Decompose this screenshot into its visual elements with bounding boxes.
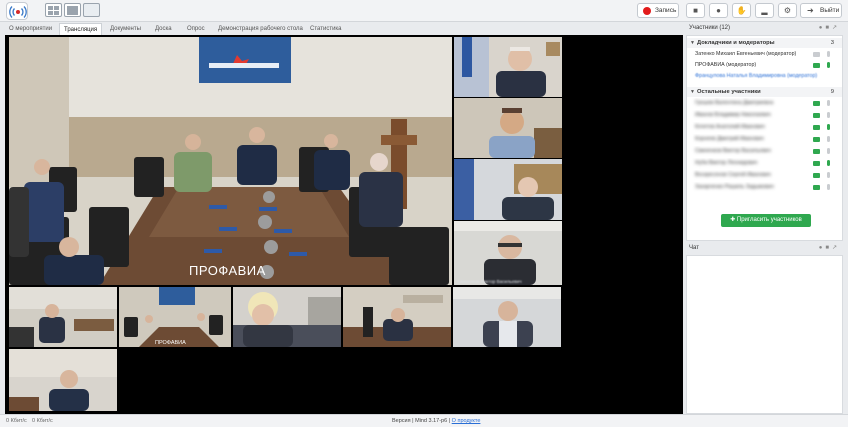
video-tile-caption: Свиненков Виктор Васильевич [457,279,522,284]
about-product-link[interactable]: О продукте [452,418,481,424]
top-toolbar: Запись ■ ● ✋ ▂ ⚙ ➜ Выйти [0,0,848,22]
mic-off-icon [827,100,830,106]
participant-row[interactable]: Грошев Валентина Дмитриевна [687,98,842,109]
collapse-triangle-icon: ▼ [690,40,695,46]
video-tile-participant-7[interactable] [233,287,341,347]
video-tile-participant-10[interactable] [9,349,117,411]
camera-on-icon [813,173,820,178]
exit-icon: ➜ [807,6,814,15]
participant-row[interactable]: Корнеев Дмитрий Иванович [687,134,842,145]
mic-off-icon [827,112,830,118]
camera-on-icon [813,185,820,190]
tab-poll[interactable]: Опрос [183,23,209,35]
mic-off-icon [827,136,830,142]
camera-off-icon [813,52,820,57]
video-tile-caption: ПРОФАВИА [155,340,186,346]
record-dot-icon [643,7,651,15]
camera-on-icon [813,125,820,130]
participant-row[interactable]: Кочетов Анатолий Иванович [687,122,842,133]
mic-on-icon [827,62,830,68]
chat-header-icons[interactable]: ●■↗ [819,242,840,254]
video-tile-participant-5[interactable] [9,287,117,347]
camera-icon[interactable]: ■ [686,3,705,18]
tab-bar: О мероприятии Трансляция Документы Доска… [5,23,683,35]
mic-on-icon [827,124,830,130]
main-video-caption: ПРОФАВИА [189,263,266,278]
main-video-tile[interactable]: ПРОФАВИА [9,37,452,285]
video-stage: ПРОФАВИА Свиненков Виктор Васильевич ПРО… [5,35,683,414]
mic-off-icon [827,148,830,154]
broadcast-logo-icon [6,2,28,20]
right-panel: Участники (12) ●■↗ ▼ Докладчики и модера… [686,22,843,414]
video-tile-participant-6[interactable]: ПРОФАВИА [119,287,231,347]
signal-icon[interactable]: ▂ [755,3,774,18]
camera-on-icon [813,161,820,166]
participant-row[interactable]: Воскресенов Сергей Иванович [687,170,842,181]
layout-speaker-button[interactable] [64,3,81,17]
tab-about[interactable]: О мероприятии [5,23,56,35]
tab-board[interactable]: Доска [151,23,176,35]
layout-grid-button[interactable] [45,3,62,17]
tab-broadcast[interactable]: Трансляция [59,23,103,35]
invite-participants-button[interactable]: ✚ Пригласить участников [721,214,811,227]
video-tile-participant-3[interactable] [454,159,562,220]
video-tile-participant-2[interactable] [454,98,562,158]
record-button[interactable]: Запись [637,3,679,18]
upload-rate: 0 Кбит/с [6,418,27,424]
raise-hand-icon[interactable]: ✋ [732,3,751,18]
mic-off-icon [827,51,830,57]
group-moderators[interactable]: ▼ Докладчики и модераторы 3 [687,38,842,48]
video-tile-participant-1[interactable] [454,37,562,97]
video-tile-participant-9[interactable] [453,287,561,347]
participant-row[interactable]: Францулова Наталья Владимировна (модерат… [687,71,842,82]
participants-list: ▼ Докладчики и модераторы 3 Затенко Миха… [686,35,843,241]
participant-row[interactable]: Свиненков Виктор Васильевич [687,146,842,157]
layout-fullscreen-button[interactable] [83,3,100,17]
camera-on-icon [813,113,820,118]
participant-row[interactable]: Захарченко Рашиль Задымович [687,182,842,193]
collapse-triangle-icon: ▼ [690,89,695,95]
panel-header-icons[interactable]: ●■↗ [819,22,840,34]
participant-row[interactable]: Иванов Владимир Николаевич [687,110,842,121]
camera-on-icon [813,101,820,106]
video-tile-participant-8[interactable] [343,287,451,347]
camera-on-icon [813,63,820,68]
mic-off-icon [827,184,830,190]
tab-statistics[interactable]: Статистика [306,23,346,35]
participant-row[interactable]: ПРОФАВИА (модератор) [687,60,842,71]
chat-area[interactable] [686,255,843,414]
download-rate: 0 Кбит/с [32,418,53,424]
group-others[interactable]: ▼ Остальные участники 9 [687,87,842,97]
camera-on-icon [813,137,820,142]
chat-header: Чат ●■↗ [686,242,843,254]
participant-row[interactable]: Затенко Михаил Евгеньевич (модератор) [687,49,842,60]
version-text: Версия | Mind 3.17-p6 | О продукте [392,418,481,424]
mic-off-icon [827,172,830,178]
microphone-icon[interactable]: ● [709,3,728,18]
tab-documents[interactable]: Документы [106,23,145,35]
tab-desktop-share[interactable]: Демонстрация рабочего стола [214,23,307,35]
participant-row[interactable]: Нуби Виктор Леонидович [687,158,842,169]
participants-header: Участники (12) ●■↗ [686,22,843,34]
status-bar: 0 Кбит/с 0 Кбит/с Версия | Mind 3.17-p6 … [0,414,848,427]
mic-on-icon [827,160,830,166]
exit-button[interactable]: ➜ Выйти [800,3,842,18]
video-tile-participant-4[interactable]: Свиненков Виктор Васильевич [454,221,562,285]
settings-gear-icon[interactable]: ⚙ [778,3,797,18]
camera-on-icon [813,149,820,154]
add-user-icon: ✚ [730,217,737,223]
